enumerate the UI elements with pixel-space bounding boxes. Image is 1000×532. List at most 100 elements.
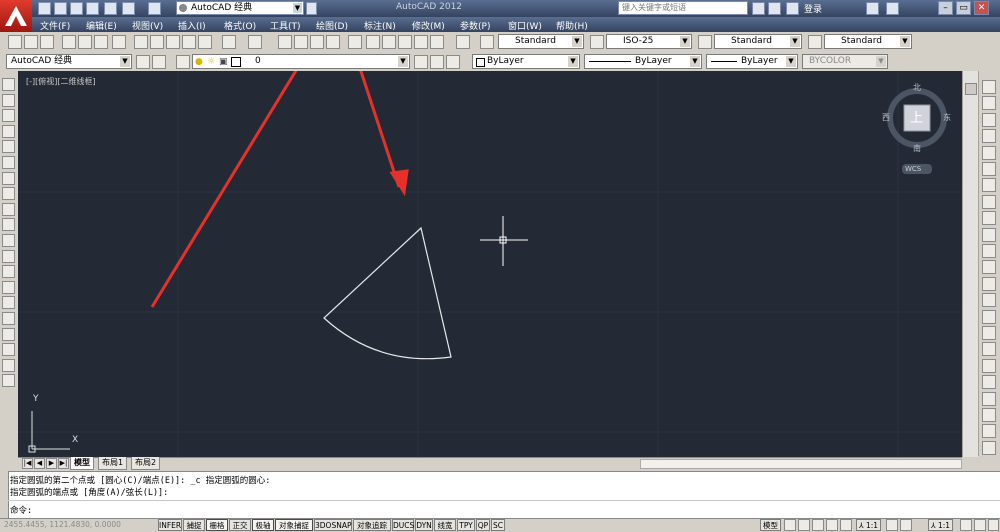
markup-icon[interactable] [414, 35, 428, 49]
construction-line-icon[interactable] [2, 93, 15, 107]
status-toggle-1[interactable]: 捕捉 [183, 519, 205, 531]
dim-style-dropdown[interactable]: ISO-25 ▼ [606, 34, 692, 49]
arc-icon[interactable] [2, 156, 15, 169]
viewport-controls[interactable]: [-][俯视][二维线框] [26, 76, 96, 87]
lineweight-dropdown[interactable]: ByLayer ▼ [706, 54, 798, 69]
paste-icon[interactable] [166, 35, 180, 49]
application-menu-button[interactable] [0, 0, 32, 32]
login-link[interactable]: 登录 [804, 2, 822, 15]
undo-arrow-icon[interactable] [222, 35, 236, 49]
insert-block-icon[interactable] [2, 249, 15, 263]
line-icon[interactable] [2, 78, 15, 91]
table-icon[interactable] [2, 343, 15, 357]
autoscale-icon[interactable] [900, 519, 912, 531]
ellipse-icon[interactable] [2, 218, 15, 232]
first-tab-icon[interactable]: |◀ [22, 458, 33, 469]
open-file-icon[interactable] [24, 35, 38, 49]
menu-draw[interactable]: 绘图(D) [316, 19, 348, 32]
revision-cloud-icon[interactable] [2, 187, 15, 201]
properties-icon[interactable] [348, 35, 362, 49]
redo-arrow-icon[interactable] [248, 35, 262, 49]
workspace-settings-icon[interactable] [136, 55, 150, 69]
mirror-icon[interactable] [982, 112, 996, 127]
compass-east[interactable]: 东 [943, 112, 951, 123]
copy-object-icon[interactable] [982, 96, 996, 111]
command-prompt[interactable]: 命令: [10, 504, 32, 516]
search-icon[interactable] [752, 2, 765, 15]
tab-layout1[interactable]: 布局1 [98, 457, 128, 470]
help-icon[interactable] [886, 2, 899, 15]
menu-file[interactable]: 文件(F) [40, 19, 70, 32]
color-dropdown[interactable]: ByLayer ▼ [472, 54, 580, 69]
make-current-layer-icon[interactable] [414, 55, 428, 69]
tab-model[interactable]: 模型 [70, 457, 94, 470]
scroll-thumb[interactable] [965, 83, 977, 95]
close-button[interactable]: ✕ [974, 1, 989, 15]
save-icon[interactable] [70, 2, 83, 15]
new-icon[interactable] [38, 2, 51, 15]
copy-icon[interactable] [150, 35, 164, 49]
restore-button[interactable]: ▭ [956, 1, 971, 15]
status-toggle-3[interactable]: 正交 [229, 519, 251, 531]
draw-order-icon[interactable] [982, 375, 996, 390]
model-space-button[interactable]: 模型 [760, 519, 781, 531]
offset-icon[interactable] [982, 129, 996, 144]
make-block-icon[interactable] [2, 265, 15, 279]
ellipse-arc-icon[interactable] [2, 234, 15, 247]
linetype-dropdown[interactable]: ByLayer ▼ [584, 54, 702, 69]
search-input[interactable]: 键入关键字或短语 [618, 1, 748, 15]
workspace-switch-icon[interactable] [960, 519, 972, 531]
spline-icon[interactable] [2, 202, 15, 216]
plot-icon[interactable] [104, 2, 117, 15]
workspace-dropdown[interactable]: AutoCAD 经典 ▼ [176, 1, 304, 15]
undo-icon[interactable] [122, 2, 135, 15]
break-icon[interactable] [982, 276, 996, 291]
compass-west[interactable]: 西 [882, 112, 890, 123]
above-icon[interactable] [982, 424, 996, 439]
multileader-style-dropdown[interactable]: Standard ▼ [824, 34, 912, 49]
horizontal-scrollbar[interactable] [640, 459, 962, 469]
plot-preview-icon[interactable] [78, 35, 92, 49]
status-toggle-4[interactable]: 极轴 [252, 519, 274, 531]
blend-icon[interactable] [982, 342, 996, 357]
compass-north[interactable]: 北 [913, 82, 921, 93]
status-toggle-13[interactable]: SC [491, 519, 505, 531]
fillet-icon[interactable] [982, 326, 996, 340]
table-style-dropdown[interactable]: Standard ▼ [714, 34, 802, 49]
user-icon[interactable] [786, 2, 799, 15]
move-icon[interactable] [982, 162, 996, 176]
layer-properties-icon[interactable] [176, 55, 190, 69]
calculator-icon[interactable] [430, 35, 444, 49]
menu-view[interactable]: 视图(V) [132, 19, 163, 32]
qnew-icon[interactable] [8, 35, 22, 49]
next-tab-icon[interactable]: ▶ [46, 458, 57, 469]
status-toggle-9[interactable]: DYN [415, 519, 433, 531]
polyline-icon[interactable] [2, 109, 15, 123]
arc-sector-shape[interactable] [323, 226, 452, 360]
polygon-icon[interactable] [2, 124, 15, 138]
exchange-icon[interactable] [866, 2, 879, 15]
clean-screen-icon[interactable] [988, 519, 999, 531]
array-icon[interactable] [982, 145, 996, 160]
gradient-icon[interactable] [2, 312, 15, 325]
layer-dropdown[interactable]: ● ☼ ▣ 0 ▼ [192, 54, 410, 69]
point-icon[interactable] [2, 280, 15, 294]
explode-icon[interactable] [982, 358, 996, 373]
minimize-button[interactable]: – [938, 1, 953, 15]
status-toggle-12[interactable]: QP [476, 519, 490, 531]
status-toggle-0[interactable]: INFER [158, 519, 182, 531]
status-toggle-11[interactable]: TPY [457, 519, 475, 531]
trim-icon[interactable] [982, 227, 996, 242]
customize-quick-access-icon[interactable] [306, 2, 317, 15]
text-style-icon[interactable] [480, 35, 494, 49]
menu-help[interactable]: 帮助(H) [556, 19, 588, 32]
quick-view-layouts-icon[interactable] [784, 519, 796, 531]
tab-layout2[interactable]: 布局2 [131, 457, 161, 470]
annotation-scale[interactable]: ⅄ 1:1 [856, 519, 882, 531]
compass-south[interactable]: 南 [913, 143, 921, 154]
hatch-icon[interactable] [2, 296, 15, 310]
workspace-extra-icon[interactable] [152, 55, 166, 69]
vertical-scrollbar[interactable] [962, 71, 978, 457]
erase-icon[interactable] [982, 80, 996, 94]
rotate-icon[interactable] [982, 178, 996, 193]
